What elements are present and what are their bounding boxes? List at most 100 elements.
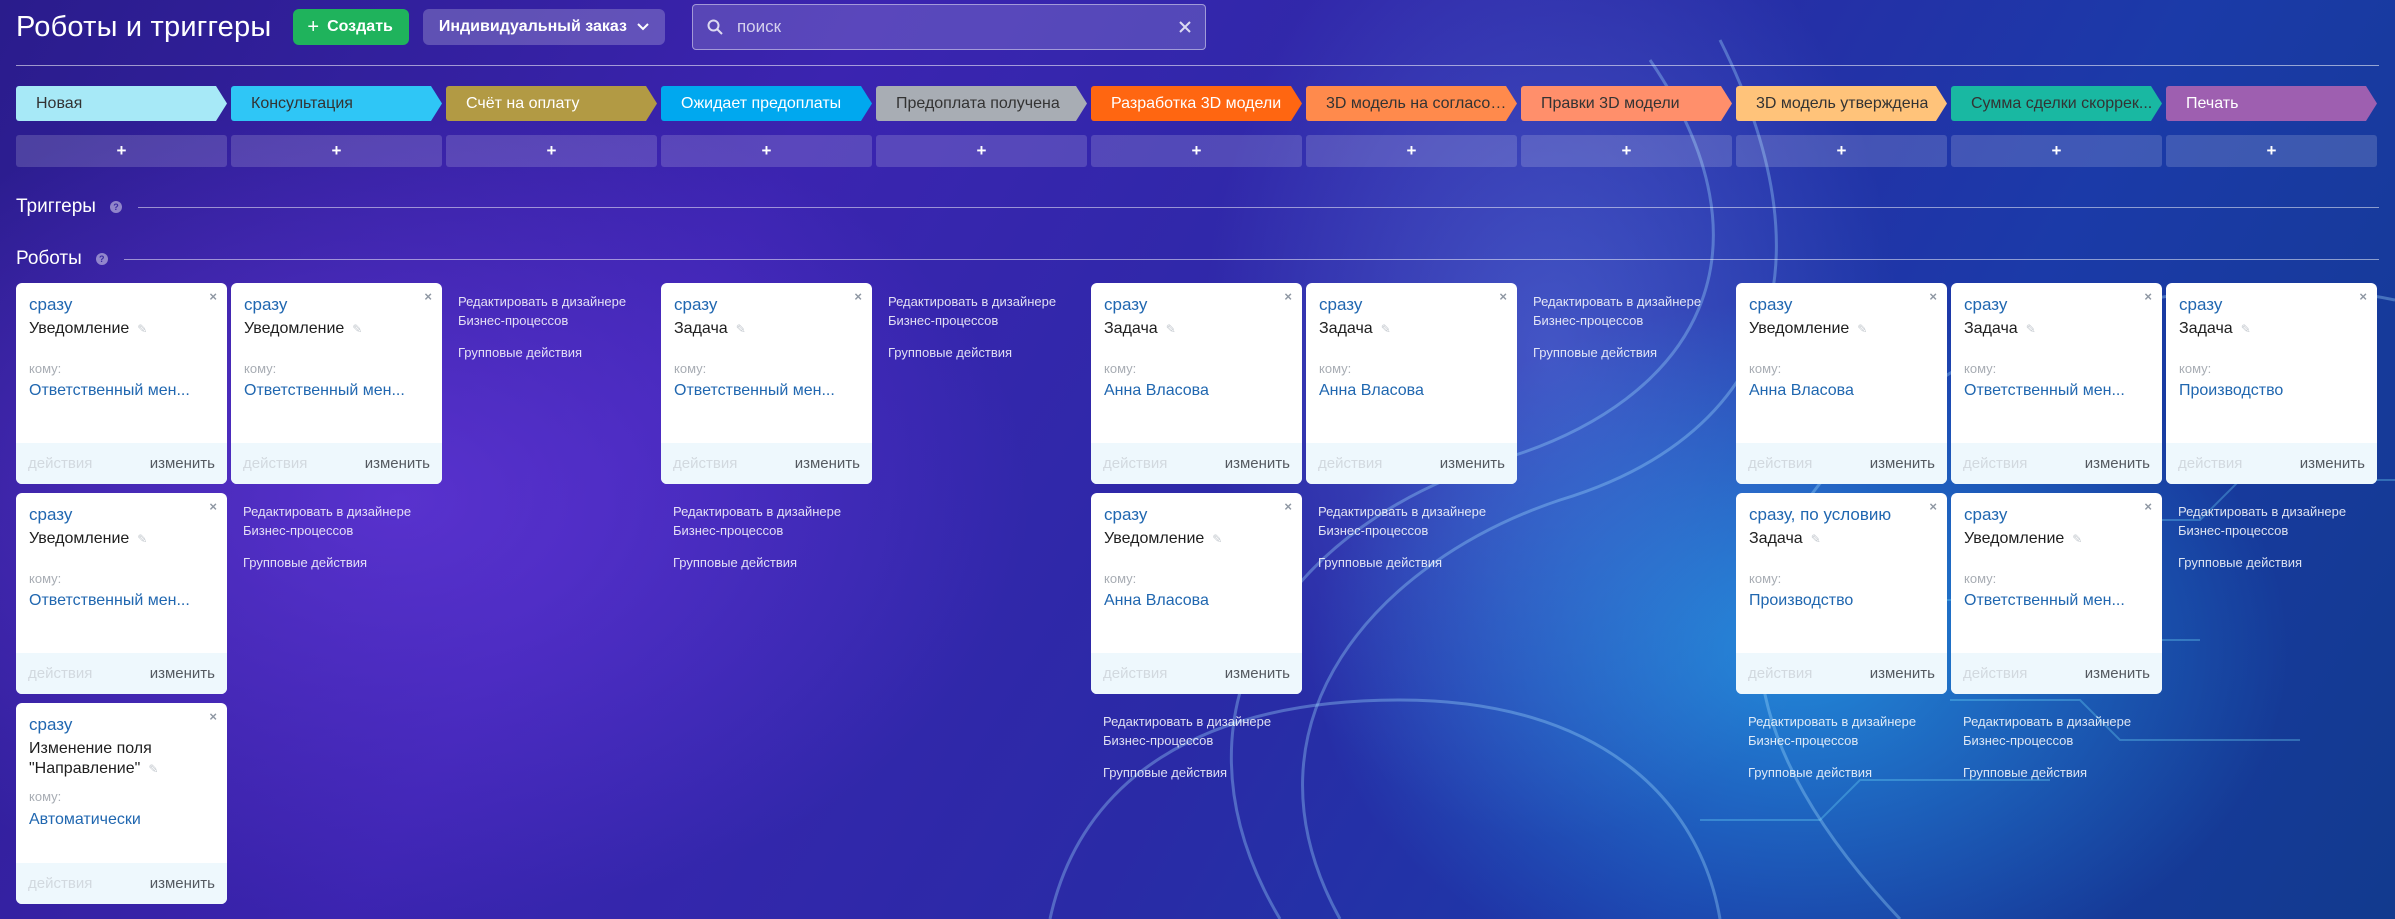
pencil-icon[interactable]: ✎ [1811,529,1821,549]
group-actions-link[interactable]: Групповые действия [1748,765,1959,780]
robot-recipient-link[interactable]: Анна Власова [1104,382,1284,400]
group-actions-link[interactable]: Групповые действия [2178,555,2389,570]
close-icon[interactable]: × [209,289,217,304]
robot-delay-link[interactable]: сразу [244,295,287,315]
robot-card[interactable]: × сразу Уведомление ✎ кому: Ответственный мен… [1951,493,2162,694]
robot-recipient-link[interactable]: Производство [2179,382,2359,400]
pencil-icon[interactable]: ✎ [2241,319,2251,339]
clear-search-icon[interactable] [1179,21,1191,33]
group-actions-link[interactable]: Групповые действия [243,555,454,570]
robot-delay-link[interactable]: сразу [1964,505,2007,525]
group-actions-link[interactable]: Групповые действия [1533,345,1744,360]
robot-card[interactable]: × сразу Уведомление ✎ кому: Анна Власова дейст… [1736,283,1947,484]
robot-actions-button[interactable]: действия [1748,665,1812,682]
add-trigger-button[interactable]: + [1951,135,2162,167]
pencil-icon[interactable]: ✎ [1212,529,1222,549]
add-trigger-button[interactable]: + [2166,135,2377,167]
group-actions-link[interactable]: Групповые действия [1963,765,2174,780]
robot-recipient-link[interactable]: Анна Власова [1319,382,1499,400]
robot-edit-button[interactable]: изменить [365,455,430,472]
pencil-icon[interactable]: ✎ [137,529,147,549]
close-icon[interactable]: × [209,709,217,724]
close-icon[interactable]: × [424,289,432,304]
edit-in-designer-link-line2[interactable]: Бизнес-процессов [458,311,669,330]
robot-recipient-link[interactable]: Анна Власова [1104,592,1284,610]
help-icon[interactable]: ? [95,253,108,265]
robot-card[interactable]: × сразу Задача ✎ кому: Производство действия из… [2166,283,2377,484]
edit-in-designer-link-line2[interactable]: Бизнес-процессов [243,521,454,540]
robot-recipient-link[interactable]: Ответственный мен... [29,592,209,610]
robot-actions-button[interactable]: действия [28,665,92,682]
pipeline-select-button[interactable]: Индивидуальный заказ [422,9,665,45]
stage-header[interactable]: Правки 3D модели [1521,86,1732,121]
robot-delay-link[interactable]: сразу [29,295,72,315]
group-actions-link[interactable]: Групповые действия [1318,555,1529,570]
robot-actions-button[interactable]: действия [243,455,307,472]
pencil-icon[interactable]: ✎ [2026,319,2036,339]
stage-header[interactable]: Новая [16,86,227,121]
edit-in-designer-link-line2[interactable]: Бизнес-процессов [2178,521,2389,540]
robot-delay-link[interactable]: сразу [1749,295,1792,315]
robot-actions-button[interactable]: действия [28,875,92,892]
add-trigger-button[interactable]: + [1736,135,1947,167]
edit-in-designer-link[interactable]: Редактировать в дизайнере [1103,712,1314,731]
add-trigger-button[interactable]: + [1521,135,1732,167]
stage-header[interactable]: 3D модель на согласов... [1306,86,1517,121]
robot-edit-button[interactable]: изменить [1225,665,1290,682]
robot-delay-link[interactable]: сразу [29,505,72,525]
stage-header[interactable]: Ожидает предоплаты [661,86,872,121]
robot-actions-button[interactable]: действия [1103,455,1167,472]
close-icon[interactable]: × [2359,289,2367,304]
close-icon[interactable]: × [209,499,217,514]
robot-delay-link[interactable]: сразу [674,295,717,315]
robot-delay-link[interactable]: сразу [1104,295,1147,315]
create-button[interactable]: + Создать [293,9,409,45]
robot-card[interactable]: × сразу, по условию Задача ✎ кому: Производст… [1736,493,1947,694]
robot-recipient-link[interactable]: Автоматически [29,811,209,829]
close-icon[interactable]: × [1284,289,1292,304]
robot-edit-button[interactable]: изменить [1870,455,1935,472]
robot-actions-button[interactable]: действия [673,455,737,472]
close-icon[interactable]: × [1284,499,1292,514]
robot-recipient-link[interactable]: Анна Власова [1749,382,1929,400]
robot-recipient-link[interactable]: Ответственный мен... [29,382,209,400]
edit-in-designer-link-line2[interactable]: Бизнес-процессов [1103,731,1314,750]
robot-actions-button[interactable]: действия [1103,665,1167,682]
robot-card[interactable]: × сразу Уведомление ✎ кому: Ответственный мен… [231,283,442,484]
stage-header[interactable]: Счёт на оплату [446,86,657,121]
stage-header[interactable]: Предоплата получена [876,86,1087,121]
edit-in-designer-link-line2[interactable]: Бизнес-процессов [1963,731,2174,750]
pencil-icon[interactable]: ✎ [137,319,147,339]
group-actions-link[interactable]: Групповые действия [458,345,669,360]
robot-actions-button[interactable]: действия [1963,455,2027,472]
pencil-icon[interactable]: ✎ [1857,319,1867,339]
edit-in-designer-link[interactable]: Редактировать в дизайнере [458,292,669,311]
robot-card[interactable]: × сразу Задача ✎ кому: Анна Власова действия из… [1091,283,1302,484]
edit-in-designer-link[interactable]: Редактировать в дизайнере [673,502,884,521]
robot-delay-link[interactable]: сразу [2179,295,2222,315]
help-icon[interactable]: ? [109,201,122,213]
robot-recipient-link[interactable]: Производство [1749,592,1929,610]
edit-in-designer-link-line2[interactable]: Бизнес-процессов [1533,311,1744,330]
pencil-icon[interactable]: ✎ [1381,319,1391,339]
robot-card[interactable]: × сразу Изменение поля "Направление" ✎ кому:… [16,703,227,904]
robot-edit-button[interactable]: изменить [150,455,215,472]
robot-delay-link[interactable]: сразу, по условию [1749,505,1891,525]
close-icon[interactable]: × [1499,289,1507,304]
edit-in-designer-link-line2[interactable]: Бизнес-процессов [1318,521,1529,540]
add-trigger-button[interactable]: + [1091,135,1302,167]
robot-edit-button[interactable]: изменить [2085,665,2150,682]
stage-header[interactable]: Консультация [231,86,442,121]
add-trigger-button[interactable]: + [661,135,872,167]
robot-delay-link[interactable]: сразу [1319,295,1362,315]
edit-in-designer-link[interactable]: Редактировать в дизайнере [1533,292,1744,311]
pencil-icon[interactable]: ✎ [736,319,746,339]
stage-header[interactable]: Печать [2166,86,2377,121]
robot-edit-button[interactable]: изменить [1225,455,1290,472]
close-icon[interactable]: × [1929,289,1937,304]
robot-actions-button[interactable]: действия [28,455,92,472]
close-icon[interactable]: × [2144,499,2152,514]
close-icon[interactable]: × [854,289,862,304]
edit-in-designer-link-line2[interactable]: Бизнес-процессов [888,311,1099,330]
group-actions-link[interactable]: Групповые действия [1103,765,1314,780]
